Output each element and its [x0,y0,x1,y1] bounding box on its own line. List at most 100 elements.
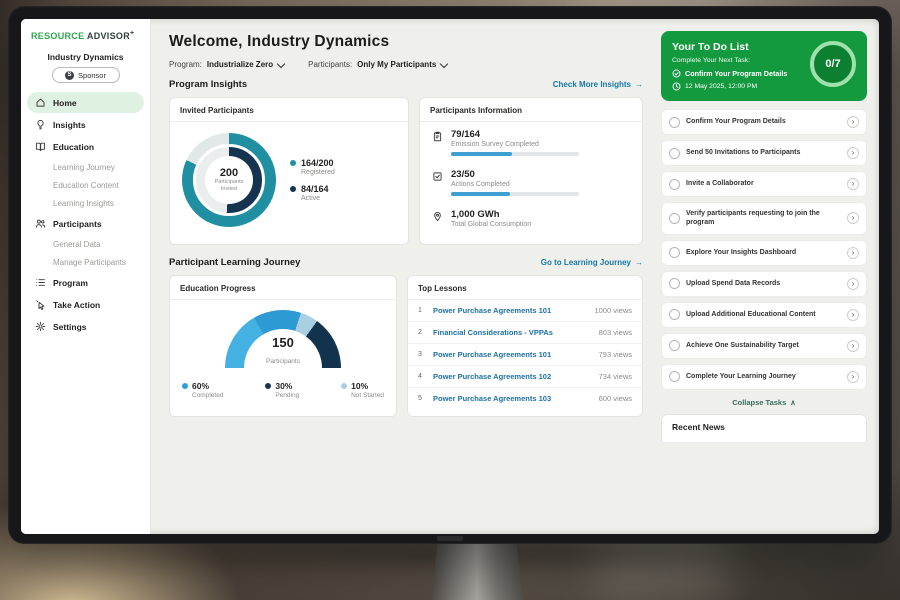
sidebar-item-program[interactable]: Program [27,272,144,293]
chevron-down-icon [440,59,448,67]
card-title: Participants Information [420,98,642,122]
invited-participants-donut-chart: 200 Participants Invited [182,133,276,227]
sidebar-item-manage-participants[interactable]: Manage Participants [27,253,144,271]
program-filter-value: Industrialize Zero [207,60,273,69]
chevron-down-icon [277,59,285,67]
gear-icon [35,321,46,332]
home-icon [35,97,46,108]
task-item[interactable]: Achieve One Sustainability Target › [661,333,867,359]
sidebar-item-insights[interactable]: Insights [27,114,144,135]
gauge-center-value: 150 [225,336,341,350]
task-checkbox[interactable] [669,179,680,190]
education-progress-card: Education Progress 150 Participants [169,275,397,417]
chevron-right-icon: › [847,371,859,383]
app-logo: RESOURCE ADVISOR+ [21,30,150,41]
sidebar-item-learning-insights[interactable]: Learning Insights [27,194,144,212]
page-title: Welcome, Industry Dynamics [169,33,643,51]
chevron-right-icon: › [847,212,859,224]
lesson-link[interactable]: Power Purchase Agreements 101 [433,350,592,359]
todo-next-task-time: 12 May 2025, 12:00 PM [672,82,787,91]
task-item[interactable]: Invite a Collaborator › [661,171,867,197]
lesson-row: 2 Financial Considerations - VPPAs 803 v… [408,322,642,344]
lesson-link[interactable]: Power Purchase Agreements 101 [433,306,587,315]
task-checkbox[interactable] [669,148,680,159]
chevron-right-icon: › [847,340,859,352]
actions-completed-progress-bar [451,192,579,196]
sidebar-item-label: Settings [53,322,87,332]
task-checkbox[interactable] [669,340,680,351]
recent-news-card: Recent News [661,414,867,442]
filters-bar: Program: Industrialize Zero Participants… [169,60,643,69]
check-more-insights-link[interactable]: Check More Insights → [553,80,643,89]
collapse-tasks-button[interactable]: Collapse Tasks ∧ [661,395,867,414]
sidebar-item-home[interactable]: Home [27,92,144,113]
program-filter-dropdown[interactable]: Program: Industrialize Zero [169,60,284,69]
sidebar-item-general-data[interactable]: General Data [27,235,144,253]
participants-filter-value: Only My Participants [357,60,436,69]
sponsor-badge[interactable]: S Sponsor [52,67,120,83]
todo-progress-ring: 0/7 [810,41,856,87]
donut-center-value: 200 [220,167,238,179]
dashboard-screen: RESOURCE ADVISOR+ Industry Dynamics S Sp… [21,19,879,534]
legend-dot-pale [341,383,347,389]
task-item[interactable]: Upload Additional Educational Content › [661,302,867,328]
lesson-link[interactable]: Power Purchase Agreements 102 [433,372,592,381]
main-content: Welcome, Industry Dynamics Program: Indu… [151,19,657,534]
sidebar-nav: Home Insights Education Learning Journey… [21,92,150,337]
sidebar-item-label: Take Action [53,300,100,310]
todo-next-task: Confirm Your Program Details [672,69,787,78]
lesson-row: 5 Power Purchase Agreements 103 600 view… [408,388,642,409]
sidebar-item-education[interactable]: Education [27,136,144,157]
monitor: RESOURCE ADVISOR+ Industry Dynamics S Sp… [8,6,892,544]
task-item[interactable]: Complete Your Learning Journey › [661,364,867,390]
donut-legend: 164/200 Registered 84/164 Active [290,150,335,210]
sidebar-item-settings[interactable]: Settings [27,316,144,337]
todo-summary-card: Your To Do List Complete Your Next Task:… [661,31,867,101]
lesson-link[interactable]: Financial Considerations - VPPAs [433,328,592,337]
lesson-row: 1 Power Purchase Agreements 101 1000 vie… [408,300,642,322]
sidebar-item-take-action[interactable]: Take Action [27,294,144,315]
sponsor-badge-label: Sponsor [78,71,106,80]
task-item[interactable]: Send 50 Invitations to Participants › [661,140,867,166]
sidebar-item-participants[interactable]: Participants [27,213,144,234]
task-item[interactable]: Verify participants requesting to join t… [661,202,867,235]
legend-item-completed: 60% Completed [182,381,223,399]
list-icon [35,277,46,288]
task-item[interactable]: Explore Your Insights Dashboard › [661,240,867,266]
gauge-legend: 60% Completed 30% Pending [170,372,396,399]
legend-dot-teal [290,160,296,166]
program-filter-label: Program: [169,60,202,69]
learning-journey-cards: Education Progress 150 Participants [169,275,643,417]
arrow-right-icon: → [635,80,643,89]
metric-emission-survey: 79/164 Emission Survey Completed [420,122,642,162]
section-title: Participant Learning Journey [169,257,300,268]
check-square-icon [432,171,443,182]
location-pin-icon [432,211,443,222]
clipboard-icon [432,131,443,142]
participants-filter-dropdown[interactable]: Participants: Only My Participants [308,60,447,69]
chevron-right-icon: › [847,116,859,128]
sidebar-item-label: Insights [53,120,86,130]
book-icon [35,141,46,152]
go-to-learning-journey-link[interactable]: Go to Learning Journey → [541,258,643,267]
task-checkbox[interactable] [669,309,680,320]
task-item[interactable]: Confirm Your Program Details › [661,109,867,135]
task-checkbox[interactable] [669,278,680,289]
sidebar-item-label: Participants [53,219,102,229]
task-checkbox[interactable] [669,371,680,382]
legend-item-pending: 30% Pending [265,381,299,399]
lightbulb-icon [35,119,46,130]
todo-panel: Your To Do List Complete Your Next Task:… [657,19,879,534]
top-lessons-card: Top Lessons 1 Power Purchase Agreements … [407,275,643,417]
sidebar-item-education-content[interactable]: Education Content [27,176,144,194]
task-checkbox[interactable] [669,247,680,258]
task-item[interactable]: Upload Spend Data Records › [661,271,867,297]
metric-global-consumption: 1,000 GWh Total Global Consumption [420,202,642,238]
monitor-logo [437,536,463,541]
task-checkbox[interactable] [669,117,680,128]
todo-title: Your To Do List [672,41,787,53]
task-checkbox[interactable] [669,213,680,224]
lesson-link[interactable]: Power Purchase Agreements 103 [433,394,592,403]
sidebar-item-learning-journey[interactable]: Learning Journey [27,158,144,176]
legend-item-not-started: 10% Not Started [341,381,384,399]
